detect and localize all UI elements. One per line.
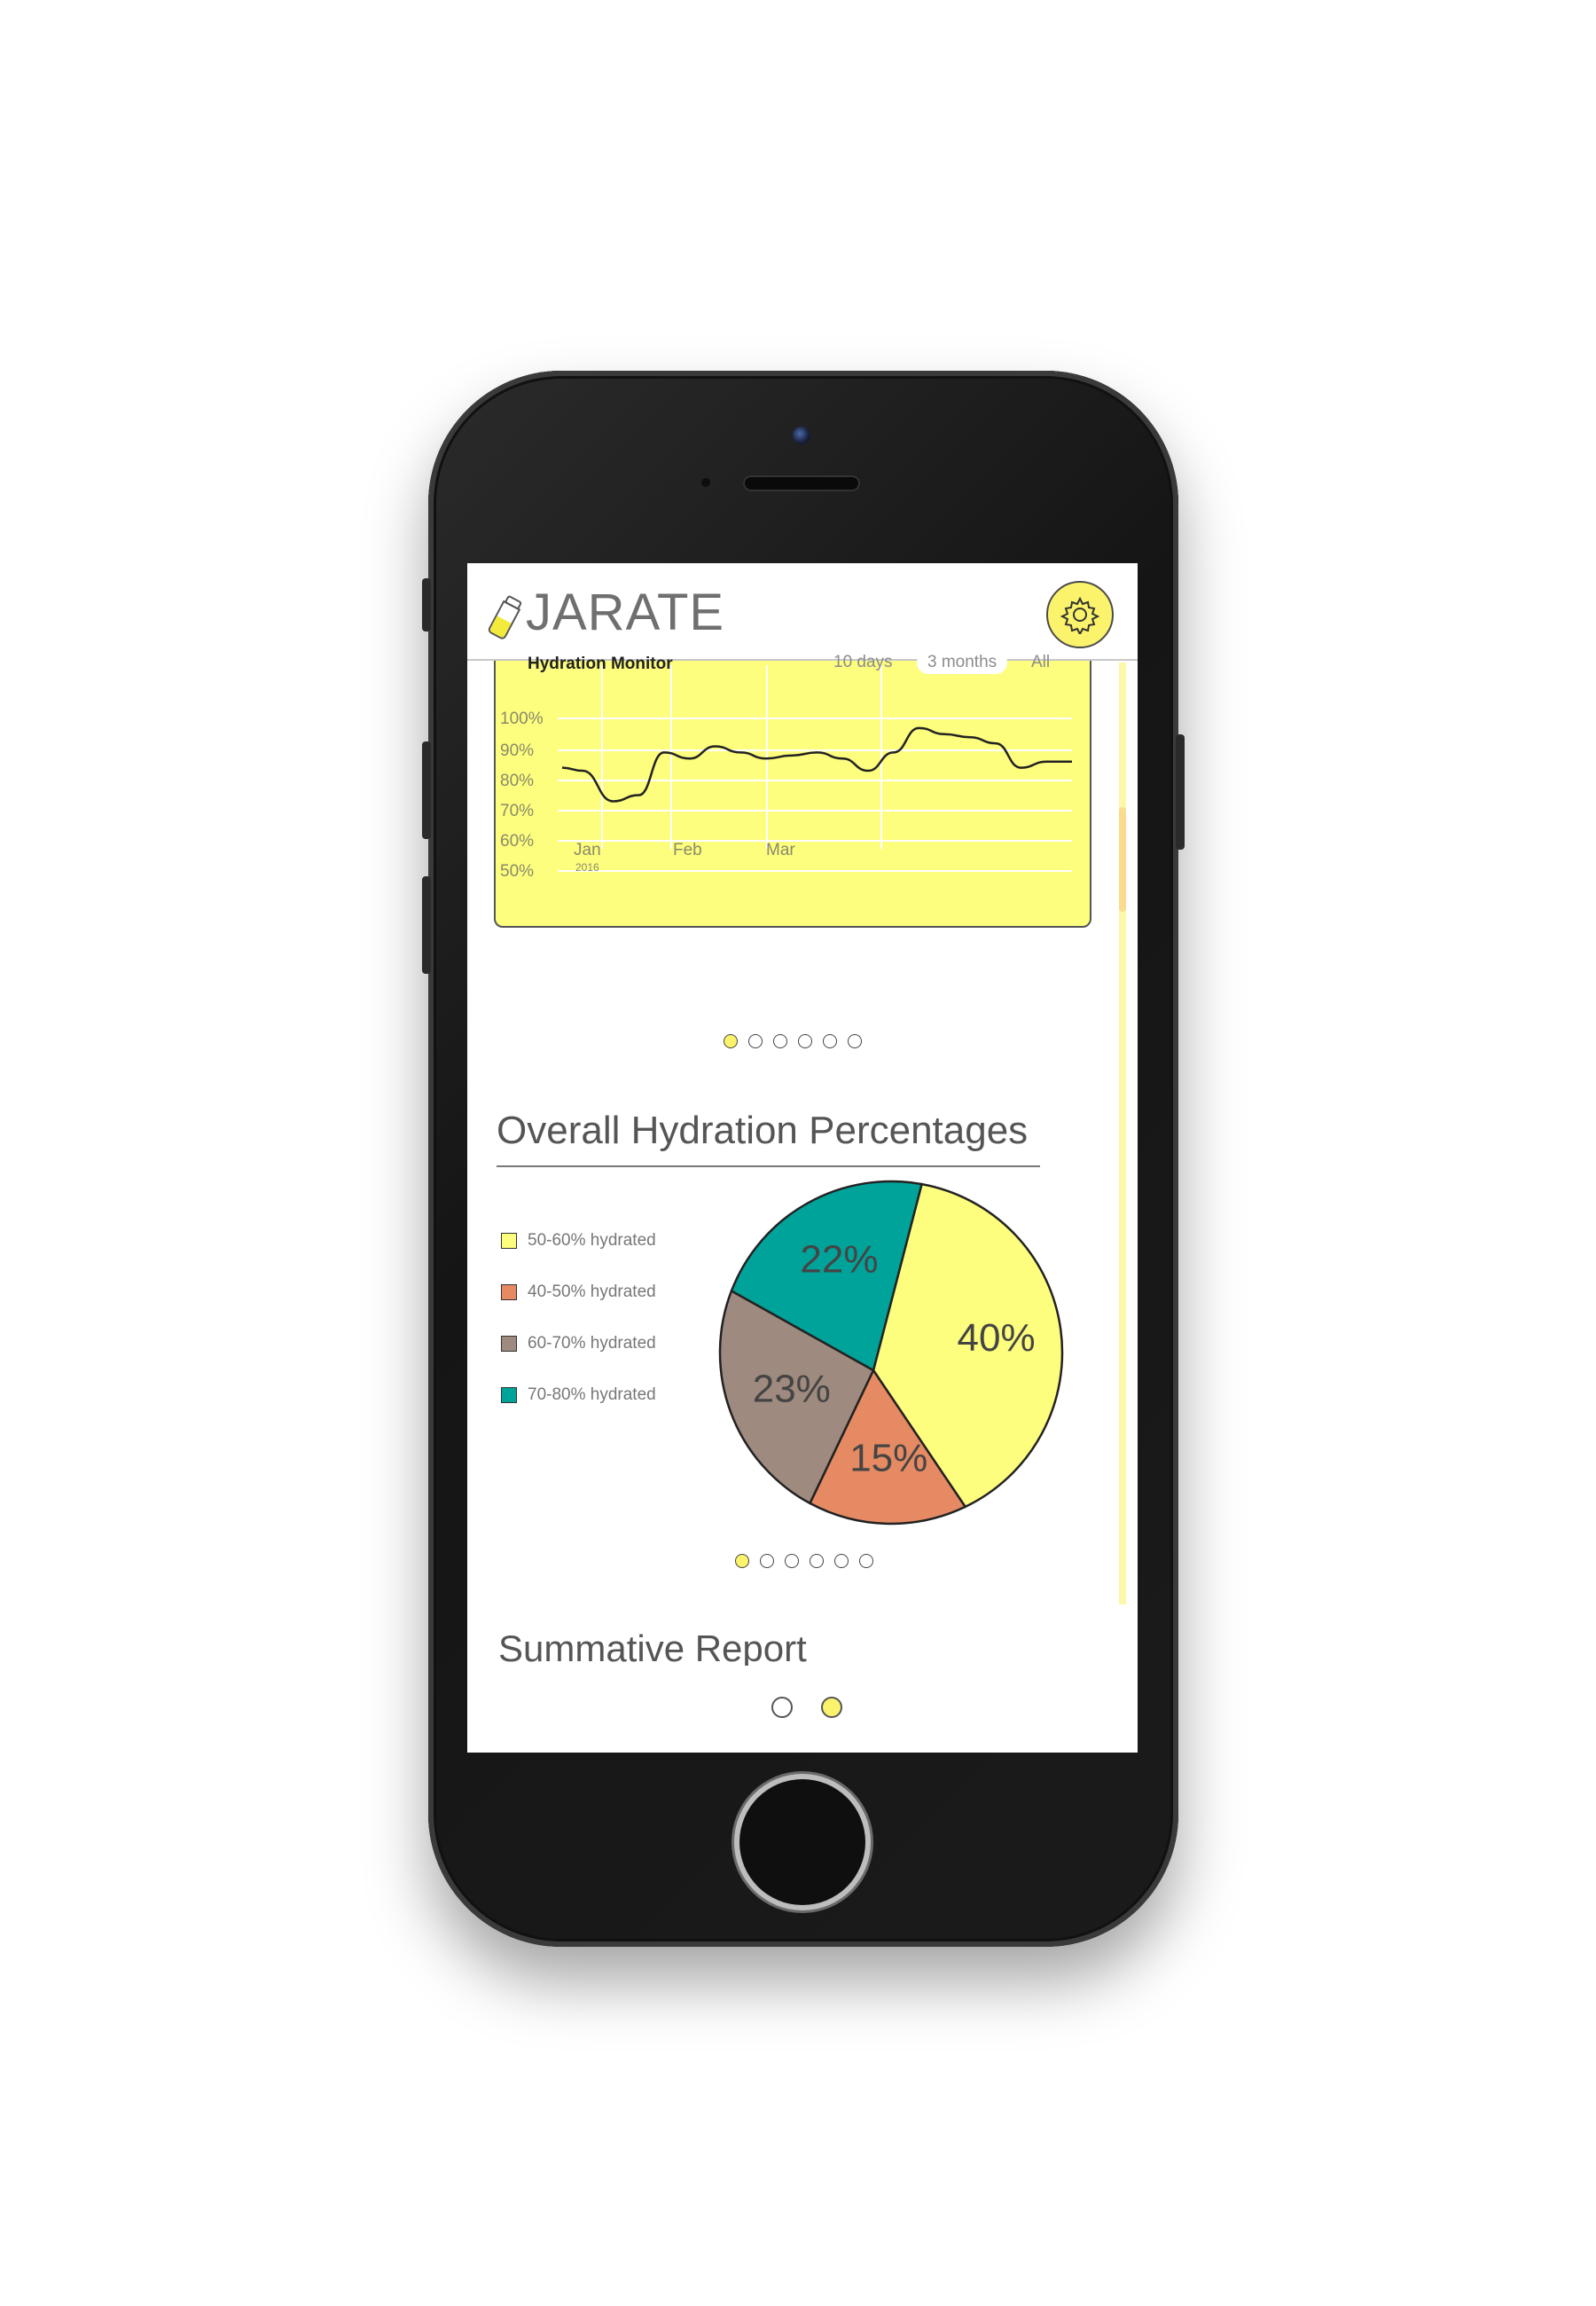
pie-slice-label: 22% [800, 1238, 878, 1282]
earpiece-speaker [743, 475, 860, 491]
y-tick-label: 90% [500, 741, 534, 760]
carousel-dot[interactable] [785, 1554, 799, 1568]
proximity-sensor [701, 478, 710, 487]
page-dot[interactable] [771, 1697, 793, 1718]
legend-swatch [501, 1336, 517, 1352]
pie-legend: 50-60% hydrated 40-50% hydrated 60-70% h… [501, 1215, 656, 1421]
page-dot[interactable] [821, 1697, 842, 1718]
legend-label: 70-80% hydrated [528, 1385, 656, 1404]
page-indicator [771, 1697, 842, 1718]
hydration-section-title: Overall Hydration Percentages [497, 1109, 1029, 1152]
range-3-months[interactable]: 3 months [917, 651, 1008, 674]
y-tick-label: 100% [500, 710, 544, 728]
app-screen: JARATE 100% 90% 80% 70% 60% 50% Jan Feb Mar 2016 … [467, 563, 1138, 1753]
mute-switch[interactable] [422, 578, 431, 631]
power-button[interactable] [1176, 734, 1185, 850]
title-underline [497, 1165, 1040, 1167]
x-tick-label: Mar [766, 841, 795, 859]
legend-item: 60-70% hydrated [501, 1318, 656, 1369]
pie-slice-label: 15% [849, 1437, 927, 1480]
x-tick-label: Jan [574, 841, 601, 859]
pie-slice-label: 40% [958, 1316, 1036, 1360]
legend-item: 40-50% hydrated [501, 1267, 656, 1318]
chart-carousel-dots [724, 1034, 862, 1048]
volume-down-button[interactable] [422, 876, 431, 974]
app-header: JARATE [467, 563, 1138, 661]
legend-item: 50-60% hydrated [501, 1215, 656, 1267]
carousel-dot[interactable] [823, 1034, 837, 1048]
legend-label: 50-60% hydrated [528, 1231, 656, 1250]
y-tick-label: 80% [500, 772, 534, 790]
legend-swatch [501, 1387, 517, 1403]
hydration-series-line [561, 726, 1072, 803]
carousel-dot[interactable] [848, 1034, 862, 1048]
legend-swatch [501, 1284, 517, 1300]
carousel-dot[interactable] [810, 1554, 824, 1568]
legend-item: 70-80% hydrated [501, 1369, 656, 1421]
y-tick-label: 70% [500, 802, 534, 820]
card-title: Hydration Monitor [528, 655, 673, 673]
legend-swatch [501, 1233, 517, 1249]
legend-label: 60-70% hydrated [528, 1334, 656, 1353]
hydration-monitor-card: 100% 90% 80% 70% 60% 50% Jan Feb Mar 2016 [494, 647, 1091, 928]
front-camera [793, 427, 810, 444]
range-all[interactable]: All [1031, 653, 1050, 672]
app-title: JARATE [526, 584, 725, 641]
hydration-line-chart: 100% 90% 80% 70% 60% 50% Jan Feb Mar 2016 [500, 665, 1072, 881]
home-button[interactable] [739, 1779, 865, 1905]
carousel-dot[interactable] [748, 1034, 763, 1048]
scrollbar-thumb[interactable] [1119, 807, 1126, 912]
hydration-pie-chart: 40% 15% 23% 22% [718, 1180, 1064, 1526]
carousel-dot[interactable] [834, 1554, 849, 1568]
carousel-dot[interactable] [724, 1034, 738, 1048]
gear-icon [1060, 596, 1099, 634]
carousel-dot[interactable] [735, 1554, 749, 1568]
settings-button[interactable] [1046, 581, 1114, 648]
scrollbar-track[interactable] [1119, 663, 1126, 1604]
jar-logo-icon [488, 595, 522, 639]
y-tick-label: 50% [500, 862, 534, 881]
carousel-dot[interactable] [760, 1554, 774, 1568]
x-tick-sublabel: 2016 [575, 861, 599, 874]
range-10-days[interactable]: 10 days [833, 653, 893, 672]
legend-label: 40-50% hydrated [528, 1282, 656, 1301]
volume-up-button[interactable] [422, 741, 431, 839]
pie-slice-label: 23% [753, 1367, 831, 1410]
y-tick-label: 60% [500, 832, 534, 851]
pie-carousel-dots [735, 1554, 873, 1568]
summative-report-title: Summative Report [498, 1628, 807, 1669]
carousel-dot[interactable] [798, 1034, 812, 1048]
carousel-dot[interactable] [773, 1034, 787, 1048]
carousel-dot[interactable] [859, 1554, 873, 1568]
x-tick-label: Feb [673, 841, 702, 859]
